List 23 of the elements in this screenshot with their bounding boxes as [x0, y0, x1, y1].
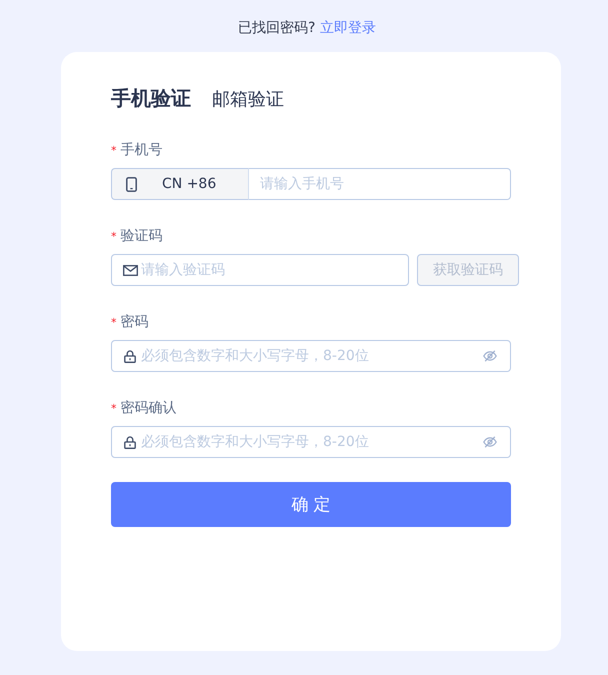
field-label: 验证码 — [120, 227, 162, 245]
required-mark: * — [111, 401, 116, 415]
required-mark: * — [111, 315, 116, 329]
phone-icon — [126, 176, 137, 192]
prompt-text: 已找回密码? — [238, 20, 316, 36]
code-input-field[interactable]: 请输入验证码 — [111, 254, 409, 286]
password-input-field[interactable]: 必须包含数字和大小写字母，8-20位 — [111, 426, 511, 458]
lock-icon — [124, 350, 136, 363]
required-mark: * — [111, 229, 116, 243]
tab[interactable]: 邮箱验证 — [212, 86, 284, 114]
lock-icon — [124, 436, 136, 449]
field-label: 手机号 — [120, 141, 162, 159]
eye-slash-icon[interactable] — [483, 436, 497, 448]
tab[interactable]: 手机验证 — [111, 84, 191, 112]
password-input-field[interactable]: 必须包含数字和大小写字母，8-20位 — [111, 340, 511, 372]
field-label: 密码 — [120, 313, 148, 331]
confirm-button[interactable]: 确 定 — [111, 482, 511, 527]
mail-icon — [123, 265, 138, 276]
required-mark: * — [111, 143, 116, 157]
eye-slash-icon[interactable] — [483, 350, 497, 362]
phone-input-field[interactable]: 请输入手机号 — [249, 168, 511, 200]
field-label: 密码确认 — [120, 399, 176, 417]
country-code-select[interactable]: CN +86 — [111, 168, 249, 200]
